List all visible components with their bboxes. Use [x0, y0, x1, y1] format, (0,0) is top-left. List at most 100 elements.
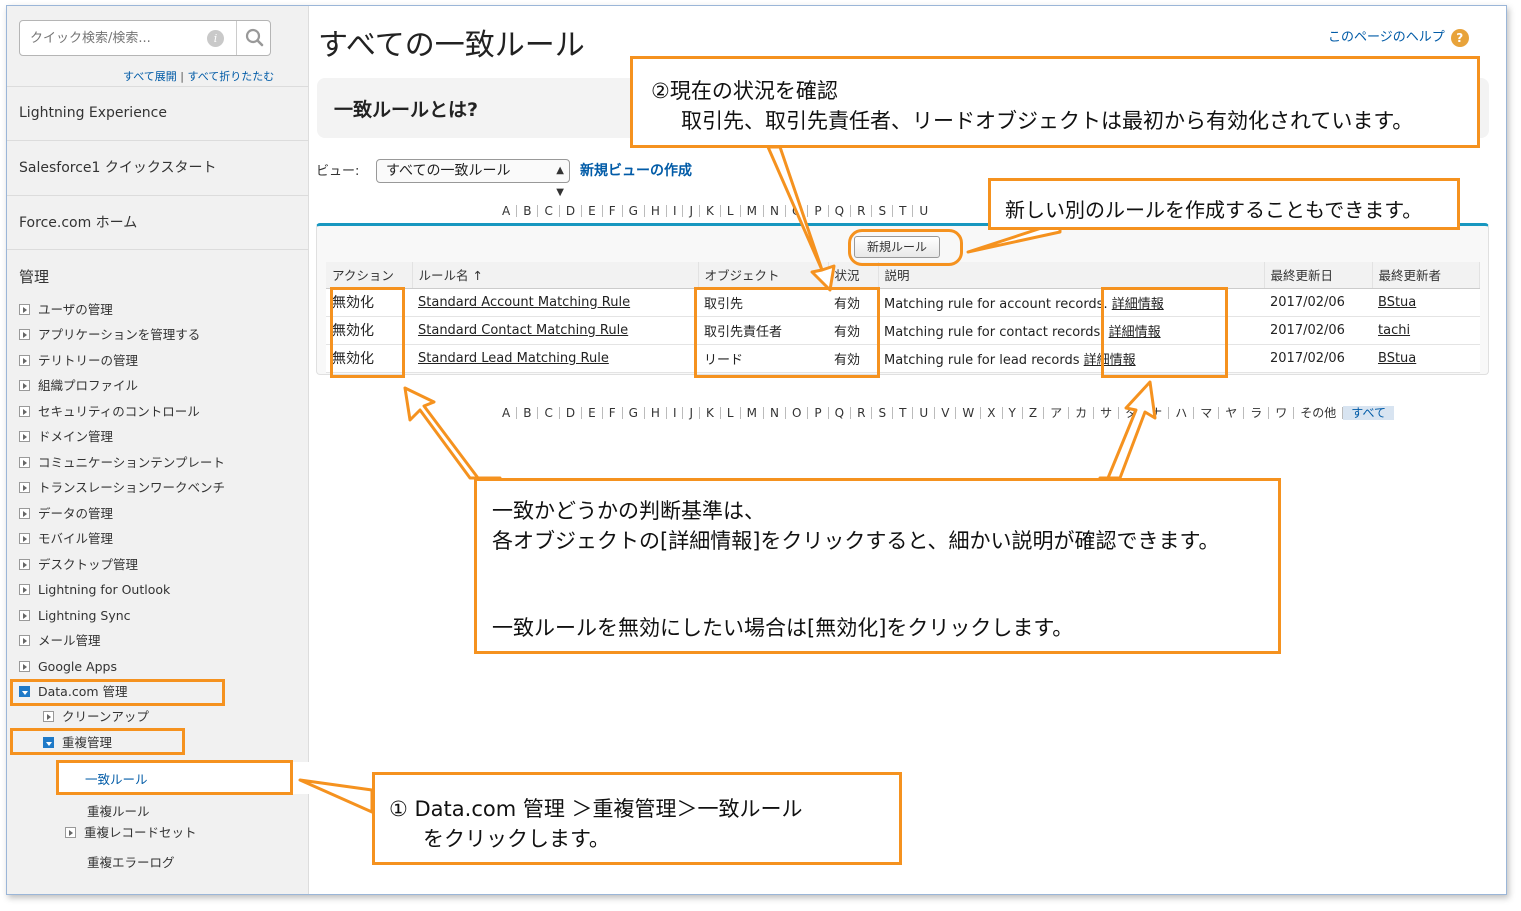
expand-icon[interactable]	[19, 584, 30, 595]
alpha-filter-item[interactable]: N	[764, 407, 786, 419]
sidebar-item-salesforce1[interactable]: Salesforce1 クイックスタート	[7, 140, 309, 194]
search-button[interactable]	[236, 21, 272, 55]
alpha-filter-item[interactable]: U	[913, 205, 934, 217]
alpha-filter-item[interactable]: Y	[1003, 407, 1023, 419]
tree-item-desktop[interactable]: デスクトップ管理	[19, 554, 138, 576]
alpha-filter-item[interactable]: ワ	[1269, 407, 1295, 419]
tree-item-translation[interactable]: トランスレーションワークベンチ	[19, 477, 225, 499]
user-link[interactable]: BStua	[1378, 351, 1416, 366]
col-last-modified-by[interactable]: 最終更新者	[1372, 262, 1480, 289]
tree-item-lightning-outlook[interactable]: Lightning for Outlook	[19, 579, 170, 601]
tree-item-google-apps[interactable]: Google Apps	[19, 656, 117, 678]
alpha-filter-item[interactable]: V	[935, 407, 957, 419]
tree-item-apps[interactable]: アプリケーションを管理する	[19, 324, 200, 346]
alpha-filter-item[interactable]: O	[786, 407, 809, 419]
rule-name-link[interactable]: Standard Lead Matching Rule	[418, 351, 609, 366]
new-view-link[interactable]: 新規ビューの作成	[580, 160, 692, 180]
expand-all-link[interactable]: すべて展開	[123, 70, 177, 83]
alpha-filter-item[interactable]: L	[721, 205, 741, 217]
alpha-filter-item[interactable]: J	[683, 407, 701, 419]
alpha-filter-item[interactable]: I	[667, 205, 684, 217]
tree-item-cleanup[interactable]: クリーンアップ	[43, 706, 149, 728]
alpha-filter-item[interactable]: ハ	[1169, 407, 1195, 419]
alpha-filter-item[interactable]: Q	[829, 407, 852, 419]
alpha-filter-all[interactable]: すべて	[1343, 406, 1394, 420]
alpha-filter-item[interactable]: S	[872, 407, 894, 419]
expand-icon[interactable]	[19, 304, 30, 315]
tree-item-email[interactable]: メール管理	[19, 630, 101, 652]
alpha-filter-item[interactable]: B	[517, 205, 539, 217]
alpha-filter-item[interactable]: H	[645, 407, 667, 419]
expand-icon[interactable]	[19, 457, 30, 468]
alpha-filter-item[interactable]: Q	[829, 205, 852, 217]
alpha-filter-item[interactable]: サ	[1094, 407, 1120, 419]
alpha-filter-item[interactable]: T	[893, 407, 914, 419]
col-last-modified-date[interactable]: 最終更新日	[1264, 262, 1373, 289]
alpha-filter-item[interactable]: K	[700, 407, 721, 419]
expand-icon[interactable]	[19, 635, 30, 646]
collapse-all-link[interactable]: すべて折りたたむ	[188, 70, 275, 83]
alpha-filter-item[interactable]: S	[872, 205, 894, 217]
expand-icon[interactable]	[19, 329, 30, 340]
expand-icon[interactable]	[19, 355, 30, 366]
sidebar-item-duplicate-error-log[interactable]: 重複エラーログ	[87, 852, 175, 871]
alpha-filter-item[interactable]: P	[808, 407, 829, 419]
alpha-filter-item[interactable]: L	[721, 407, 741, 419]
tree-item-duplicate-record-sets[interactable]: 重複レコードセット	[65, 822, 197, 844]
tree-item-security[interactable]: セキュリティのコントロール	[19, 401, 200, 423]
search-input[interactable]	[20, 21, 212, 55]
sidebar-item-forcecom-home[interactable]: Force.com ホーム	[7, 195, 309, 249]
col-object[interactable]: オブジェクト	[698, 262, 829, 289]
sidebar-item-duplicate-rules[interactable]: 重複ルール	[87, 801, 150, 820]
tree-item-comm-templates[interactable]: コミュニケーションテンプレート	[19, 452, 225, 474]
expand-icon[interactable]	[65, 827, 76, 838]
help-link[interactable]: このページのヘルプ?	[1328, 26, 1469, 47]
tree-item-lightning-sync[interactable]: Lightning Sync	[19, 605, 131, 627]
tree-item-mobile[interactable]: モバイル管理	[19, 528, 113, 550]
alpha-filter-item[interactable]: C	[538, 407, 560, 419]
alpha-filter-item[interactable]: N	[764, 205, 786, 217]
expand-icon[interactable]	[19, 406, 30, 417]
alpha-filter-item[interactable]: G	[623, 205, 645, 217]
alpha-filter-item[interactable]: タ	[1119, 407, 1145, 419]
user-link[interactable]: tachi	[1378, 323, 1410, 338]
alpha-filter-item[interactable]: D	[560, 205, 583, 217]
expand-icon[interactable]	[19, 431, 30, 442]
alpha-filter-item[interactable]: U	[913, 407, 936, 419]
alpha-filter-item[interactable]: X	[981, 407, 1003, 419]
tree-item-territory[interactable]: テリトリーの管理	[19, 350, 138, 372]
alpha-filter-item[interactable]: F	[603, 407, 623, 419]
expand-icon[interactable]	[19, 661, 30, 672]
expand-icon[interactable]	[19, 559, 30, 570]
alpha-filter-item[interactable]: W	[956, 407, 982, 419]
alpha-filter-item[interactable]: カ	[1069, 407, 1095, 419]
intro-title[interactable]: 一致ルールとは?	[334, 95, 478, 122]
sidebar-item-lightning[interactable]: Lightning Experience	[7, 86, 309, 138]
tree-item-user-mgmt[interactable]: ユーザの管理	[19, 299, 113, 321]
alpha-filter-item[interactable]: H	[645, 205, 667, 217]
alpha-filter-item[interactable]: K	[700, 205, 721, 217]
alpha-filter-item[interactable]: C	[538, 205, 560, 217]
info-icon[interactable]: i	[207, 30, 224, 47]
alpha-filter-item[interactable]: E	[582, 205, 603, 217]
rule-name-link[interactable]: Standard Contact Matching Rule	[418, 323, 628, 338]
help-icon[interactable]: ?	[1450, 28, 1469, 47]
alpha-filter-item[interactable]: R	[851, 407, 873, 419]
alpha-filter-item[interactable]: ラ	[1244, 407, 1270, 419]
alpha-filter-item[interactable]: A	[496, 205, 518, 217]
alpha-filter-item[interactable]: M	[741, 407, 764, 419]
expand-icon[interactable]	[19, 482, 30, 493]
view-select[interactable]: すべての一致ルール ▲ ▼	[376, 159, 570, 198]
alpha-filter-item[interactable]: I	[667, 407, 684, 419]
alpha-filter-item[interactable]: J	[683, 205, 701, 217]
alpha-filter-item[interactable]: マ	[1194, 407, 1220, 419]
alpha-filter-item[interactable]: Z	[1023, 407, 1045, 419]
alpha-filter-item[interactable]: B	[517, 407, 539, 419]
user-link[interactable]: BStua	[1378, 295, 1416, 310]
col-rule-name[interactable]: ルール名 ↑	[412, 262, 699, 289]
tree-item-domain[interactable]: ドメイン管理	[19, 426, 113, 448]
expand-icon[interactable]	[19, 380, 30, 391]
tree-item-data-mgmt[interactable]: データの管理	[19, 503, 113, 525]
alpha-filter-item[interactable]: F	[603, 205, 623, 217]
alpha-filter-item[interactable]: ア	[1044, 407, 1070, 419]
